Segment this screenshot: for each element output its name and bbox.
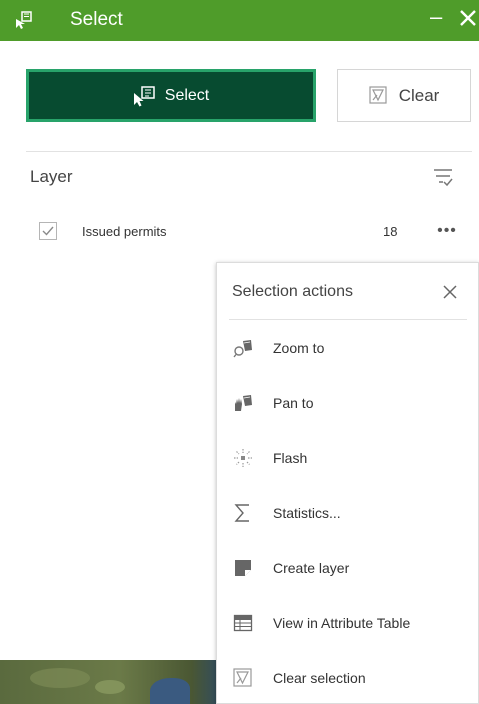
layer-row: Issued permits 18 ••• [30, 217, 470, 245]
filter-list-icon[interactable] [431, 165, 455, 189]
close-icon[interactable] [457, 7, 479, 29]
zoom-to-icon [233, 340, 252, 358]
clear-button-label: Clear [398, 85, 440, 105]
menu-title: Selection actions [232, 283, 353, 300]
menu-item-label: Create layer [273, 560, 350, 576]
menu-item-zoom-to[interactable]: Zoom to [217, 328, 478, 368]
pan-to-icon [235, 395, 252, 411]
flash-icon [234, 449, 252, 467]
layer-heading: Layer [30, 167, 73, 186]
clear-selection-icon [369, 85, 387, 104]
menu-item-statistics[interactable]: Statistics... [217, 493, 478, 533]
attribute-table-icon [233, 614, 253, 632]
statistics-icon [234, 504, 249, 522]
select-tool-icon [133, 85, 155, 106]
menu-item-view-attribute-table[interactable]: View in Attribute Table [217, 603, 478, 643]
checkmark-icon [42, 226, 54, 236]
menu-item-label: Statistics... [273, 505, 341, 521]
menu-item-label: Pan to [273, 395, 314, 411]
menu-item-label: Flash [273, 450, 308, 466]
more-actions-button[interactable]: ••• [432, 217, 462, 245]
selection-actions-menu: Selection actions Zoom to Pan to Flash S… [216, 262, 479, 704]
close-icon[interactable] [441, 283, 459, 301]
menu-item-flash[interactable]: Flash [217, 438, 478, 478]
widget-title-bar: Select – [0, 0, 479, 41]
menu-item-label: Clear selection [273, 670, 366, 686]
menu-item-pan-to[interactable]: Pan to [217, 383, 478, 423]
clear-selection-icon [233, 668, 252, 687]
menu-item-create-layer[interactable]: Create layer [217, 548, 478, 588]
menu-item-label: Zoom to [273, 340, 325, 356]
menu-item-label: View in Attribute Table [273, 615, 411, 631]
clear-button[interactable]: Clear [337, 69, 471, 122]
menu-item-clear-selection[interactable]: Clear selection [217, 658, 478, 698]
menu-divider [229, 319, 467, 320]
select-widget-icon [16, 11, 32, 29]
minimize-button[interactable]: – [430, 6, 442, 28]
widget-title: Select [70, 9, 123, 30]
create-layer-icon [235, 560, 251, 576]
layer-name: Issued permits [82, 224, 167, 239]
layer-selection-count: 18 [383, 224, 398, 239]
layer-checkbox[interactable] [39, 222, 57, 240]
section-divider [26, 151, 472, 152]
select-button-label: Select [164, 86, 210, 104]
select-button[interactable]: Select [26, 69, 316, 122]
